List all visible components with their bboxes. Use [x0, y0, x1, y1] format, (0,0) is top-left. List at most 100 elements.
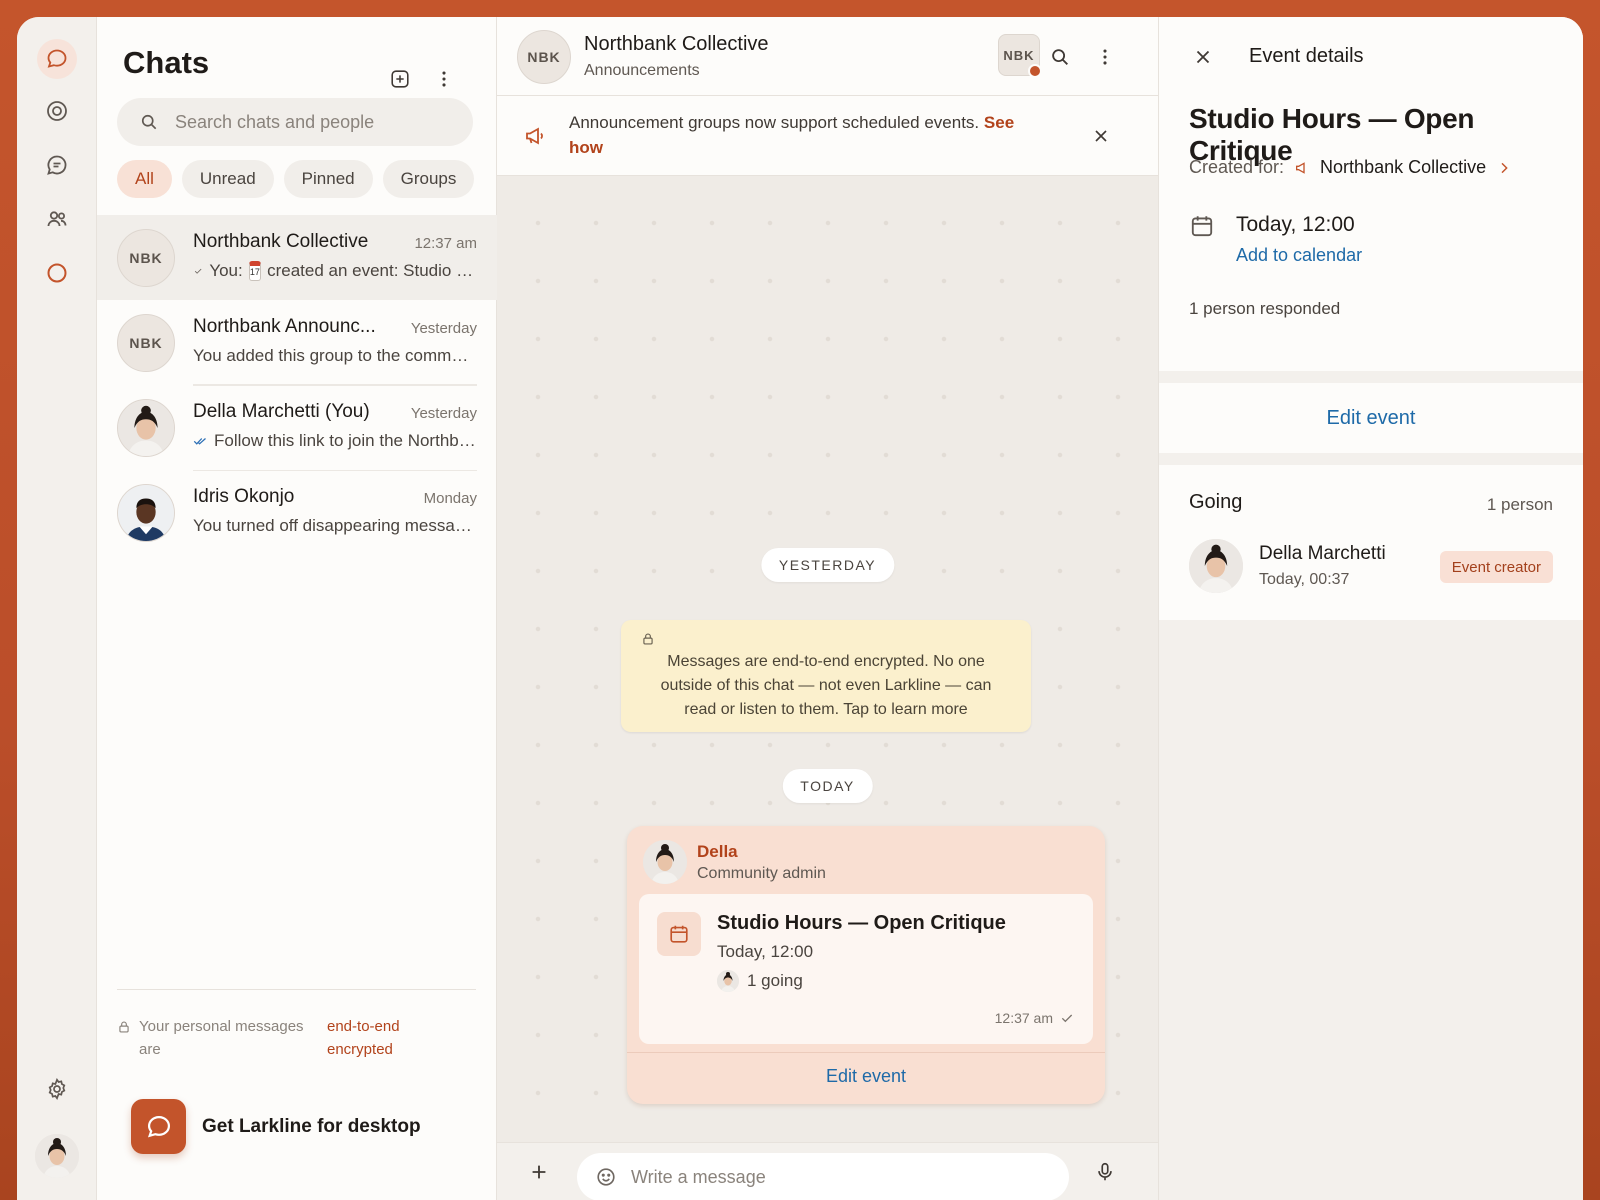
community-badge[interactable]: NBK [998, 34, 1042, 78]
new-chat-button[interactable] [386, 65, 414, 93]
event-card[interactable]: Studio Hours — Open Critique Today, 12:0… [639, 894, 1093, 1044]
row-divider [193, 385, 477, 386]
chat-name: Northbank Collective [193, 231, 369, 252]
plus-icon [532, 1165, 546, 1179]
chat-name: Idris Okonjo [193, 486, 295, 507]
conversation-header[interactable]: NBK Northbank Collective Announcements N… [497, 17, 1158, 96]
chat-avatar [117, 484, 175, 542]
rail-status-button[interactable] [37, 91, 77, 131]
close-icon [1196, 50, 1210, 64]
row-divider [193, 470, 477, 471]
sender-name[interactable]: Della [697, 842, 738, 862]
event-details-panel: Event details Studio Hours — Open Critiq… [1159, 17, 1583, 1200]
voice-button[interactable] [1091, 1158, 1119, 1186]
rail-channels-button[interactable] [37, 145, 77, 185]
kebab-menu-icon [1103, 49, 1107, 65]
chat-time: Yesterday [410, 320, 477, 337]
chat-row-idris-okonjo[interactable]: Idris Okonjo Monday You turned off disap… [97, 470, 497, 555]
chat-avatar: NBK [117, 229, 175, 287]
created-for[interactable]: Created for: Northbank Collective [1189, 157, 1512, 178]
chat-preview: You: 17 created an event: Studio Hours —… [193, 261, 477, 281]
rail-settings-button[interactable] [37, 1069, 77, 1109]
status-icon [47, 101, 67, 121]
list-menu-button[interactable] [430, 65, 458, 93]
chat-name: Northbank Announc... [193, 316, 376, 337]
search-input[interactable]: Search chats and people [117, 98, 473, 146]
attendee-time: Today, 00:37 [1259, 571, 1350, 588]
app-window: Chats Search chats and people All Unread… [17, 17, 1583, 1200]
chat-row-northbank-announcements[interactable]: NBK Northbank Announc... Yesterday You a… [97, 300, 497, 385]
rail-chats-button[interactable] [37, 39, 77, 79]
event-creator-badge: Event creator [1439, 551, 1553, 583]
chat-name: Della Marchetti (You) [193, 401, 370, 422]
attendee-name[interactable]: Della Marchetti [1259, 543, 1386, 565]
event-details-summary: Event details Studio Hours — Open Critiq… [1159, 17, 1583, 371]
event-message[interactable]: Della Community admin Studio Hours — Ope… [627, 826, 1105, 1104]
megaphone-icon [1296, 161, 1305, 174]
divider [117, 989, 476, 990]
chat-preview: You added this group to the community [193, 346, 477, 365]
chat-menu-button[interactable] [1091, 43, 1119, 71]
created-for-group: Northbank Collective [1320, 157, 1487, 177]
add-to-calendar-link[interactable]: Add to calendar [1236, 245, 1362, 266]
group-avatar: NBK [517, 30, 571, 84]
profile-avatar[interactable] [35, 1134, 79, 1178]
attendee-avatar[interactable] [1189, 539, 1243, 593]
going-section: Going 1 person Della Marchetti Today, 00… [1159, 465, 1583, 620]
gear-icon [48, 1078, 66, 1100]
day-separator: YESTERDAY [760, 548, 895, 582]
rail-meta-button[interactable] [37, 253, 77, 293]
panel-title: Event details [1249, 45, 1364, 67]
check-icon [194, 268, 202, 274]
verified-badge-icon [1028, 64, 1042, 78]
chat-avatar: NBK [117, 314, 175, 372]
people-icon [47, 211, 67, 227]
person-avatar-icon [118, 400, 174, 456]
filter-pinned[interactable]: Pinned [283, 160, 373, 198]
conversation-subtitle: Announcements [584, 62, 700, 79]
filter-all[interactable]: All [117, 160, 172, 198]
person-avatar-icon [35, 1134, 79, 1178]
divider [627, 1052, 1105, 1053]
feature-banner: Announcement groups now support schedule… [497, 96, 1158, 176]
chat-preview: You turned off disappearing messages [193, 516, 477, 535]
close-details-button[interactable] [1189, 43, 1217, 71]
chat-row-northbank-collective[interactable]: NBK Northbank Collective 12:37 am You: 1… [97, 215, 497, 300]
chat-avatar [117, 399, 175, 457]
page-title: Chats [123, 45, 210, 80]
person-avatar-icon [1189, 539, 1243, 593]
filter-groups[interactable]: Groups [382, 160, 475, 198]
calendar-emoji-icon: 17 [248, 261, 262, 281]
person-avatar-icon [643, 840, 687, 884]
desktop-promo[interactable]: Get Larkline for desktop [131, 1099, 421, 1154]
kebab-menu-icon [442, 71, 446, 87]
going-count: 1 person [1486, 495, 1553, 514]
edit-event-button[interactable]: Edit event [1159, 383, 1583, 453]
rail-communities-button[interactable] [37, 199, 77, 239]
emoji-icon[interactable] [595, 1166, 617, 1188]
lock-icon [119, 1021, 129, 1033]
banner-close-button[interactable] [1087, 122, 1115, 150]
encryption-notice[interactable]: Messages are end-to-end encrypted. No on… [621, 620, 1031, 732]
edit-event-button[interactable]: Edit event [627, 1066, 1105, 1087]
message-area[interactable]: YESTERDAY Messages are end-to-end encryp… [497, 176, 1158, 1142]
event-date: Today, 12:00 [1236, 213, 1355, 236]
filter-unread[interactable]: Unread [181, 160, 274, 198]
chevron-right-icon [1501, 162, 1508, 173]
person-avatar-icon [118, 485, 174, 541]
composer: Write a message [497, 1142, 1158, 1200]
check-icon [1061, 1014, 1073, 1023]
chat-time: Yesterday [410, 405, 477, 422]
e2e-link[interactable]: end-to-end encrypted [327, 1015, 427, 1061]
desktop-promo-label: Get Larkline for desktop [202, 1115, 421, 1137]
circle-icon [47, 263, 67, 283]
message-input[interactable]: Write a message [577, 1153, 1069, 1200]
filter-chips: All Unread Pinned Groups [117, 160, 475, 198]
person-avatar-icon [717, 970, 739, 992]
chat-search-button[interactable] [1046, 43, 1074, 71]
sender-role: Community admin [697, 865, 826, 882]
double-check-icon [193, 438, 206, 445]
chat-row-della-marchetti[interactable]: Della Marchetti (You) Yesterday Follow t… [97, 385, 497, 470]
lock-icon [643, 633, 653, 645]
attach-button[interactable] [525, 1158, 553, 1186]
